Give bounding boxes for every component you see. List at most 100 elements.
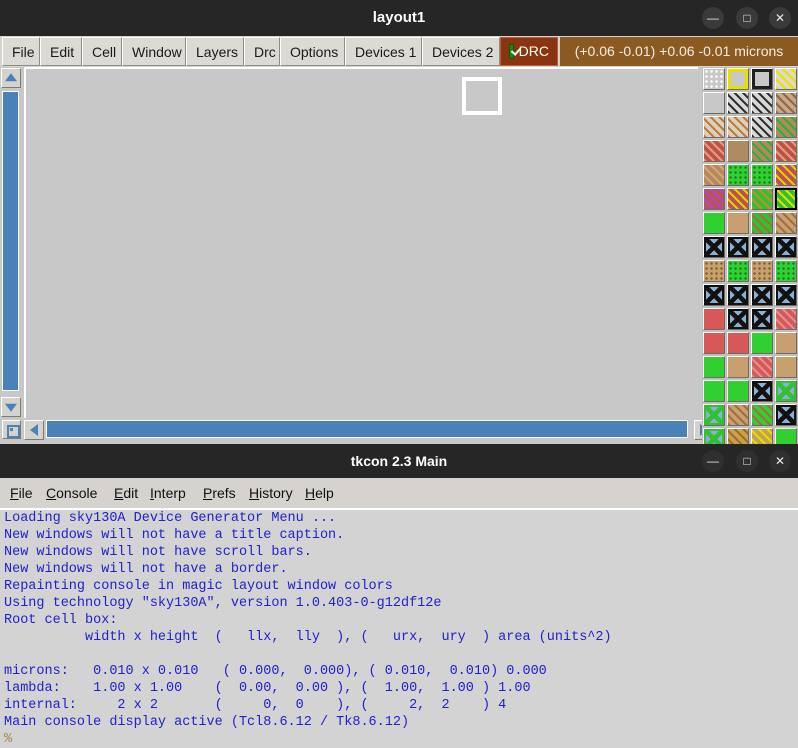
layer-swatch[interactable] [703, 308, 725, 330]
tkcon-menu-interp[interactable]: Interp [150, 478, 186, 508]
menu-file[interactable]: File [2, 37, 40, 66]
layer-swatch[interactable] [751, 92, 773, 114]
layer-swatch[interactable] [775, 260, 797, 282]
layer-swatch[interactable] [703, 164, 725, 186]
tkcon-maximize-button[interactable]: □ [736, 450, 758, 472]
layer-swatch[interactable] [775, 380, 797, 402]
menu-cell[interactable]: Cell [82, 37, 122, 66]
magic-canvas-area [0, 67, 798, 474]
tkcon-menu-file[interactable]: File [10, 478, 33, 508]
layer-swatch[interactable] [703, 260, 725, 282]
layer-palette[interactable] [702, 67, 798, 474]
layer-swatch[interactable] [775, 236, 797, 258]
layer-swatch[interactable] [727, 164, 749, 186]
tkcon-menu-edit[interactable]: Edit [114, 478, 138, 508]
layer-swatch[interactable] [727, 140, 749, 162]
layer-swatch[interactable] [727, 284, 749, 306]
layer-swatch[interactable] [775, 404, 797, 426]
horizontal-scrollbar[interactable] [0, 418, 722, 442]
tkcon-menu-help[interactable]: Help [305, 478, 334, 508]
layer-swatch[interactable] [703, 68, 725, 90]
layer-swatch[interactable] [727, 404, 749, 426]
menu-devices-2[interactable]: Devices 2 [422, 37, 500, 66]
layer-swatch[interactable] [703, 188, 725, 210]
scroll-left-button[interactable] [24, 420, 44, 440]
layer-swatch[interactable] [751, 260, 773, 282]
close-button[interactable]: ✕ [769, 7, 791, 29]
layer-swatch[interactable] [703, 332, 725, 354]
layer-swatch[interactable] [775, 332, 797, 354]
menu-edit[interactable]: Edit [40, 37, 82, 66]
layer-swatch[interactable] [727, 236, 749, 258]
layer-swatch[interactable] [703, 236, 725, 258]
layer-swatch[interactable] [751, 164, 773, 186]
scroll-down-button[interactable] [1, 397, 21, 417]
tkcon-close-button[interactable]: ✕ [769, 450, 791, 472]
layer-swatch[interactable] [751, 140, 773, 162]
layer-swatch[interactable] [703, 380, 725, 402]
layer-swatch[interactable] [751, 236, 773, 258]
layer-swatch[interactable] [727, 380, 749, 402]
layer-swatch[interactable] [727, 188, 749, 210]
menu-devices-1[interactable]: Devices 1 [345, 37, 422, 66]
maximize-button[interactable]: □ [736, 7, 758, 29]
minimize-button[interactable]: — [702, 7, 724, 29]
layer-swatch[interactable] [727, 116, 749, 138]
layer-swatch[interactable] [751, 116, 773, 138]
layer-swatch[interactable] [775, 116, 797, 138]
tkcon-menu-history[interactable]: History [249, 478, 293, 508]
tkcon-minimize-button[interactable]: — [702, 450, 724, 472]
layer-swatch[interactable] [727, 92, 749, 114]
menu-window[interactable]: Window [122, 37, 186, 66]
console-line: New windows will not have a border. [4, 562, 288, 577]
layer-swatch[interactable] [775, 68, 797, 90]
layer-swatch[interactable] [703, 356, 725, 378]
layer-swatch[interactable] [727, 212, 749, 234]
vertical-scroll-thumb[interactable] [2, 91, 19, 391]
layer-swatch[interactable] [751, 404, 773, 426]
layer-swatch[interactable] [775, 164, 797, 186]
layer-swatch[interactable] [775, 188, 797, 210]
layer-swatch[interactable] [727, 332, 749, 354]
zoom-box-icon[interactable] [2, 420, 21, 439]
layer-swatch[interactable] [775, 284, 797, 306]
tkcon-menu-prefs[interactable]: Prefs [203, 478, 236, 508]
layer-swatch[interactable] [775, 356, 797, 378]
console-prompt[interactable]: % [0, 731, 798, 748]
layer-swatch[interactable] [703, 140, 725, 162]
scroll-up-button[interactable] [1, 68, 21, 88]
layer-swatch[interactable] [703, 284, 725, 306]
tkcon-menu-console[interactable]: Console [46, 478, 97, 508]
layer-swatch[interactable] [751, 308, 773, 330]
layer-swatch[interactable] [703, 92, 725, 114]
tkcon-title-bar[interactable]: tkcon 2.3 Main — □ ✕ [0, 444, 798, 478]
layer-swatch[interactable] [703, 116, 725, 138]
layer-swatch[interactable] [703, 212, 725, 234]
layer-swatch[interactable] [751, 68, 773, 90]
layer-swatch[interactable] [727, 68, 749, 90]
layer-swatch[interactable] [751, 380, 773, 402]
tkcon-console-output[interactable]: Loading sky130A Device Generator Menu ..… [0, 508, 798, 748]
layer-swatch[interactable] [775, 308, 797, 330]
horizontal-scroll-thumb[interactable] [46, 420, 688, 438]
layout-canvas[interactable] [24, 67, 698, 418]
layer-swatch[interactable] [703, 404, 725, 426]
layer-swatch[interactable] [727, 308, 749, 330]
layer-swatch[interactable] [751, 356, 773, 378]
magic-title-bar[interactable]: layout1 — □ ✕ [0, 0, 798, 37]
vertical-scrollbar[interactable] [0, 67, 22, 418]
menu-options[interactable]: Options [280, 37, 345, 66]
menu-drc[interactable]: Drc [244, 37, 280, 66]
drc-toggle-button[interactable]: DRC [500, 37, 558, 66]
menu-layers[interactable]: Layers [186, 37, 244, 66]
layer-swatch[interactable] [751, 212, 773, 234]
magic-layout-window: layout1 — □ ✕ File Edit Cell Window Laye… [0, 0, 798, 474]
layer-swatch[interactable] [751, 332, 773, 354]
layer-swatch[interactable] [751, 188, 773, 210]
layer-swatch[interactable] [727, 356, 749, 378]
layer-swatch[interactable] [727, 260, 749, 282]
layer-swatch[interactable] [751, 284, 773, 306]
layer-swatch[interactable] [775, 212, 797, 234]
layer-swatch[interactable] [775, 92, 797, 114]
layer-swatch[interactable] [775, 140, 797, 162]
